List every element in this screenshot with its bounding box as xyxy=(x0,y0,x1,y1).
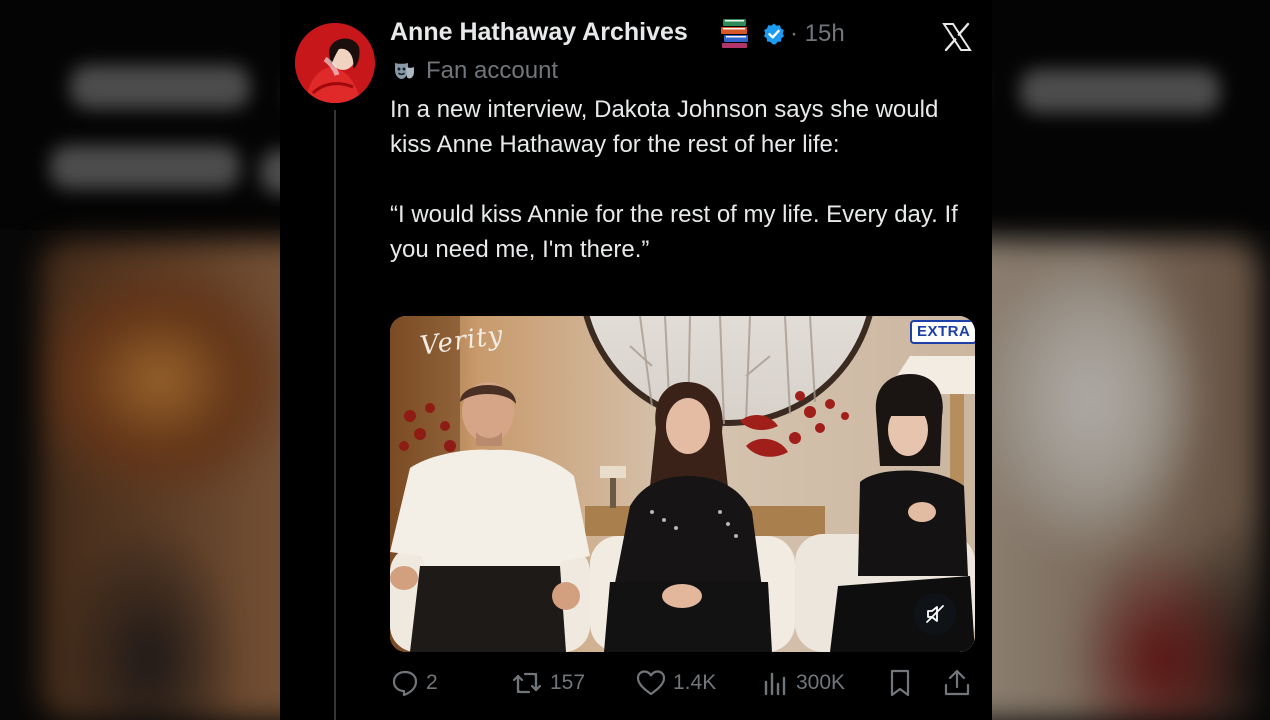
avatar[interactable] xyxy=(295,23,375,103)
repost-count: 157 xyxy=(550,671,586,694)
tweet-actions: 2 157 1.4K 300K xyxy=(390,665,980,705)
like-count: 1.4K xyxy=(673,671,717,694)
reply-button[interactable]: 2 xyxy=(390,665,438,701)
share-button[interactable] xyxy=(942,665,972,701)
like-button[interactable]: 1.4K xyxy=(635,665,716,701)
speaker-muted-icon xyxy=(926,605,944,623)
display-name[interactable]: Anne Hathaway Archives xyxy=(390,18,688,47)
views-button[interactable]: 300K xyxy=(762,665,845,701)
video-player[interactable]: Verity EXTRA xyxy=(390,316,975,652)
repost-icon xyxy=(512,672,542,694)
tweet-timestamp[interactable]: · 15h xyxy=(790,20,845,48)
verified-badge-icon[interactable] xyxy=(762,22,786,46)
bookmark-button[interactable] xyxy=(885,665,915,701)
share-icon xyxy=(944,669,970,696)
bookmark-icon xyxy=(890,669,910,697)
network-logo: EXTRA xyxy=(910,320,975,344)
reply-icon xyxy=(392,670,418,697)
heart-icon xyxy=(636,670,666,696)
tweet-text-quote: “I would kiss Annie for the rest of my l… xyxy=(390,201,958,263)
view-count: 300K xyxy=(796,671,846,694)
tweet-card[interactable]: Anne Hathaway Archives · 15h Fan account… xyxy=(280,0,992,720)
analytics-icon xyxy=(764,672,786,696)
tweet-text: In a new interview, Dakota Johnson says … xyxy=(390,92,970,267)
tweet-text-intro: In a new interview, Dakota Johnson says … xyxy=(390,96,939,158)
repost-button[interactable]: 157 xyxy=(510,665,585,701)
fan-account-label: Fan account xyxy=(426,57,559,84)
video-frame xyxy=(390,316,975,652)
performing-arts-mask-icon xyxy=(395,63,414,79)
books-icon xyxy=(721,19,748,48)
thread-line xyxy=(334,110,336,720)
x-logo-icon[interactable] xyxy=(942,22,972,52)
mute-button[interactable] xyxy=(914,593,956,635)
reply-count: 2 xyxy=(426,671,438,694)
